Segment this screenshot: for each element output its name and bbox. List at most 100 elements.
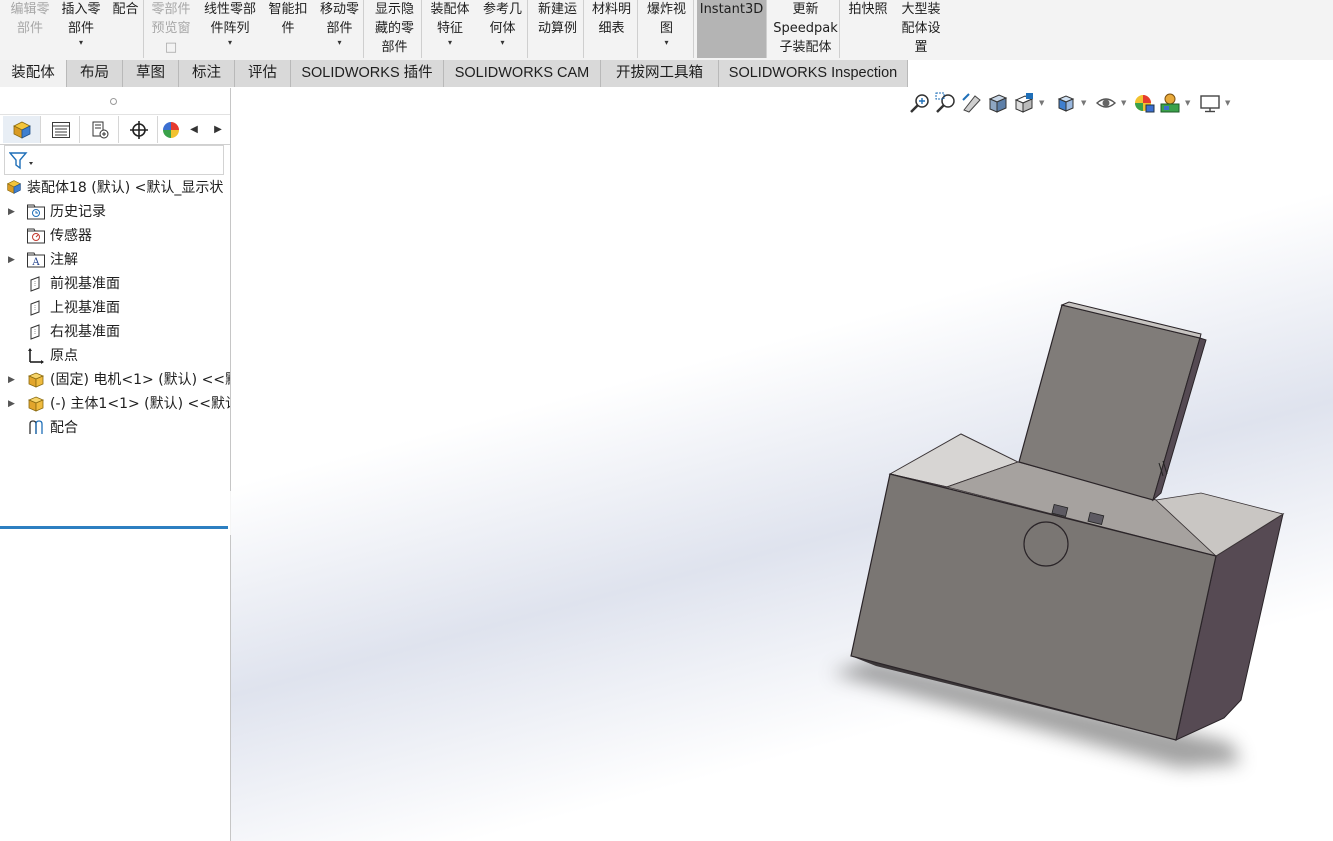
ribbon-button-13[interactable]: Instant3D <box>697 0 767 58</box>
tree-item-label: (固定) 电机<1> (默认) <<默 <box>50 372 230 388</box>
ribbon-button-label: 何体 <box>489 21 516 36</box>
tab-3[interactable]: 标注 <box>179 60 235 87</box>
dimxpert-manager-tab[interactable] <box>120 116 158 143</box>
assembly-icon <box>6 180 22 194</box>
tree-item-label: 上视基准面 <box>50 300 120 316</box>
color-wheel-icon <box>163 121 179 138</box>
tree-item[interactable]: ▶ (-) 主体1<1> (默认) <<默认 <box>0 392 230 416</box>
ribbon-button-label: 拍快照 <box>848 2 888 17</box>
dropdown-arrow-icon[interactable]: ▾ <box>478 38 527 48</box>
mates-icon <box>29 420 43 434</box>
tree-item-label: 配合 <box>50 420 78 436</box>
ribbon-button-2[interactable]: 配合 <box>108 0 144 58</box>
tree-item-label: 传感器 <box>50 228 92 244</box>
tab-0[interactable]: 装配体 <box>0 60 67 87</box>
ribbon-button-8[interactable]: 装配体特征 ▾ <box>425 0 475 58</box>
plane-icon <box>30 324 40 340</box>
configuration-manager-tab[interactable] <box>81 116 119 143</box>
tab-5[interactable]: SOLIDWORKS 插件 <box>291 60 444 87</box>
expand-arrow-icon[interactable]: ▶ <box>8 392 15 416</box>
tree-filter[interactable] <box>4 145 224 175</box>
expand-arrow-icon[interactable]: ▶ <box>8 200 15 224</box>
ribbon-button-9[interactable]: 参考几何体 ▾ <box>478 0 528 58</box>
dropdown-arrow-icon[interactable]: ▾ <box>198 38 262 48</box>
tree-item[interactable]: ▶ (固定) 电机<1> (默认) <<默 <box>0 368 230 392</box>
tab-4[interactable]: 评估 <box>235 60 291 87</box>
dropdown-arrow-icon[interactable]: ▾ <box>425 38 475 48</box>
ribbon-button-12[interactable]: 爆炸视图 ▾ <box>640 0 694 58</box>
tab-7[interactable]: 开拔网工具箱 <box>601 60 719 87</box>
property-manager-tab[interactable] <box>42 116 80 143</box>
tree-item[interactable]: 原点 <box>0 344 230 368</box>
feature-manager-icon <box>12 121 31 139</box>
panel-grip[interactable] <box>0 88 230 115</box>
ribbon-button-label: 部件 <box>326 21 353 36</box>
dropdown-arrow-icon[interactable]: ▾ <box>58 38 104 48</box>
dropdown-arrow-icon[interactable]: ▾ <box>640 38 693 48</box>
ribbon-button-16[interactable]: 大型装 配体设置 <box>895 0 947 58</box>
ribbon-button-6[interactable]: 移动零部件 ▾ <box>316 0 364 58</box>
tree-item-label: 原点 <box>50 348 78 364</box>
assembly-model-3d[interactable] <box>231 88 1333 841</box>
tree-root-label: 装配体18 (默认) <默认_显示状 <box>27 180 224 196</box>
dropdown-arrow-icon[interactable]: ▾ <box>316 38 363 48</box>
ribbon-button-label: Speedpak <box>773 21 838 36</box>
property-manager-icon <box>51 121 70 138</box>
command-tabs: 装配体 布局 草图 标注 评估 SOLIDWORKS 插件 SOLIDWORKS CAM 开拔… <box>0 60 1333 89</box>
tree-item[interactable]: 右视基准面 <box>0 320 230 344</box>
ribbon-button-3[interactable]: 零部件 预览窗 □ <box>146 0 196 58</box>
filter-icon <box>9 152 33 170</box>
expand-arrow-icon[interactable]: ▶ <box>8 368 15 392</box>
ribbon-button-label: 部件 <box>16 21 43 36</box>
rollback-bar[interactable] <box>0 526 228 529</box>
tab-scroll-right-icon[interactable]: ▶ <box>206 116 230 143</box>
history-folder-icon <box>27 204 45 220</box>
display-manager-tab[interactable] <box>159 116 183 143</box>
ribbon-button-label: 图 <box>659 21 673 36</box>
ribbon-button-14[interactable]: 更新 Speedpak 子装配体 <box>772 0 840 58</box>
ribbon-button-7[interactable]: 显示隐 藏的零 部件 <box>368 0 422 58</box>
ribbon-button-5[interactable]: 智能扣件 <box>264 0 312 58</box>
ribbon-button-label: 大型装 <box>901 2 941 17</box>
ribbon-button-label: 预览窗 <box>151 21 191 36</box>
graphics-viewport[interactable]: ▼ ▼ ▼ ▼ ▼ <box>231 88 1333 841</box>
tree-root-assembly[interactable]: 装配体18 (默认) <默认_显示状 <box>0 176 230 200</box>
tree-item[interactable]: 上视基准面 <box>0 296 230 320</box>
plane-icon <box>30 276 40 292</box>
sensor-folder-icon <box>27 228 45 244</box>
ribbon-button-label: 智能扣 <box>268 2 308 17</box>
tree-item[interactable]: 配合 <box>0 416 230 440</box>
tree-item[interactable]: 传感器 <box>0 224 230 248</box>
tab-scroll-left-icon[interactable]: ◀ <box>182 116 206 143</box>
ribbon-button-10[interactable]: 新建运 动算例 <box>532 0 584 58</box>
tab-2[interactable]: 草图 <box>123 60 179 87</box>
ribbon-button-label: 移动零 <box>319 2 359 17</box>
ribbon-button-label: 藏的零 <box>374 21 414 36</box>
ribbon-button-label: 装配体 <box>430 2 470 17</box>
tab-1[interactable]: 布局 <box>67 60 123 87</box>
ribbon-button-label: 爆炸视 <box>646 2 686 17</box>
ribbon-button-label: 件 <box>281 21 295 36</box>
part-icon <box>27 372 45 388</box>
configuration-manager-icon <box>92 121 108 138</box>
ribbon-button-0[interactable]: 编辑零 部件 <box>6 0 54 58</box>
ribbon-button-11[interactable]: 材料明 细表 <box>586 0 638 58</box>
manager-tabs: ◀ ▶ <box>0 116 230 145</box>
ribbon-button-label: 特征 <box>436 21 463 36</box>
tree-item-label: 前视基准面 <box>50 276 120 292</box>
ribbon-button-4[interactable]: 线性零部 件阵列 ▾ <box>198 0 262 58</box>
tree-item[interactable]: 前视基准面 <box>0 272 230 296</box>
expand-arrow-icon[interactable]: ▶ <box>8 248 15 272</box>
ribbon-button-1[interactable]: 插入零 部件 ▾ <box>58 0 104 58</box>
tree-item[interactable]: ▶ A 注解 <box>0 248 230 272</box>
ribbon-button-label: 细表 <box>598 21 625 36</box>
tab-8[interactable]: SOLIDWORKS Inspection <box>719 60 908 87</box>
tree-item-label: 历史记录 <box>50 204 106 220</box>
ribbon-button-label: 插入零 <box>61 2 101 17</box>
ribbon-button-label: 参考几 <box>482 2 522 17</box>
tab-6[interactable]: SOLIDWORKS CAM <box>444 60 601 87</box>
feature-manager-tab[interactable] <box>3 116 41 143</box>
ribbon-button-15[interactable]: 拍快照 <box>843 0 893 58</box>
ribbon-button-label: 线性零部 <box>203 2 256 17</box>
tree-item[interactable]: ▶ 历史记录 <box>0 200 230 224</box>
